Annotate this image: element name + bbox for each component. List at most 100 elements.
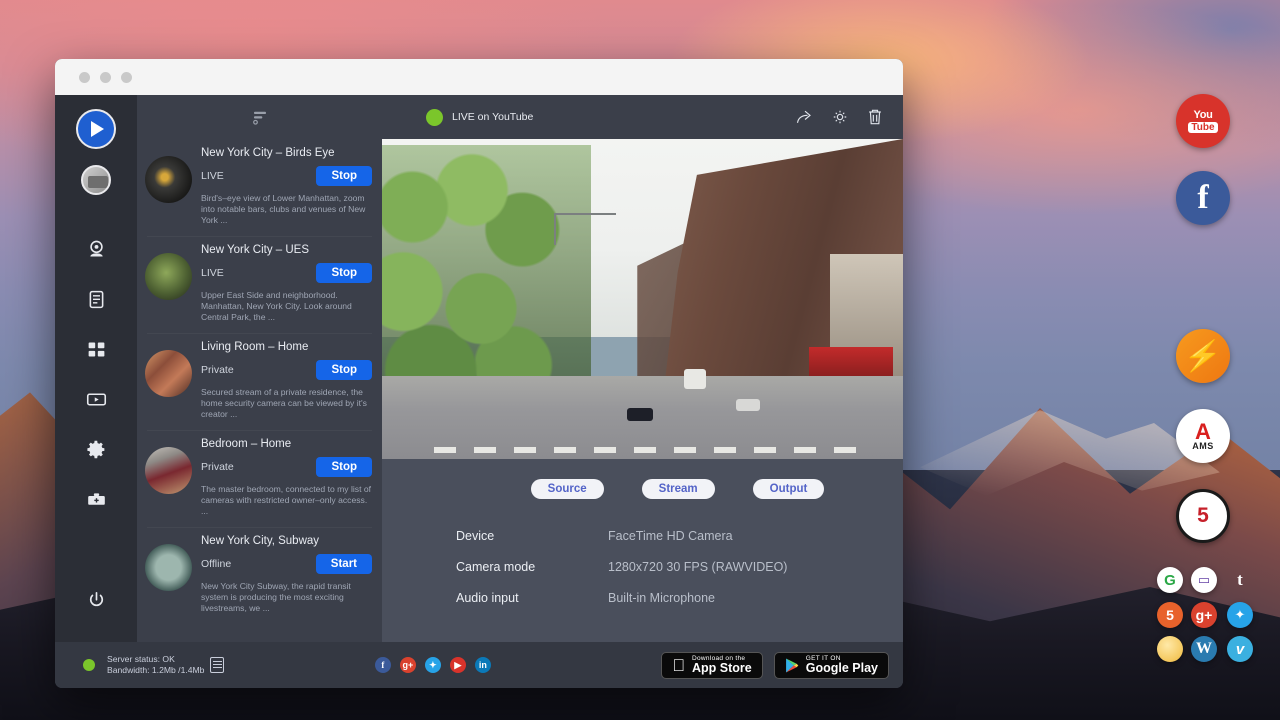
sidebar-item-camera[interactable] bbox=[76, 229, 116, 269]
settings-button[interactable] bbox=[826, 103, 854, 131]
sidebar-item-toolbox[interactable] bbox=[76, 479, 116, 519]
sidebar-item-schedule[interactable] bbox=[76, 279, 116, 319]
camera-status: Private bbox=[201, 364, 234, 376]
grammarly-glyph: G bbox=[1164, 572, 1176, 589]
sidebar-item-settings[interactable] bbox=[76, 429, 116, 469]
google-play-badge[interactable]: GET IT ON Google Play bbox=[774, 652, 889, 679]
googleplus-icon[interactable]: g+ bbox=[400, 657, 416, 673]
share-icon bbox=[795, 107, 815, 127]
grid-icon bbox=[86, 339, 107, 360]
facebook-desktop-icon[interactable]: f bbox=[1176, 171, 1230, 225]
camera-thumbnail bbox=[145, 253, 192, 300]
camera-action-button[interactable]: Stop bbox=[316, 263, 372, 283]
share-button[interactable] bbox=[791, 103, 819, 131]
gear-icon bbox=[86, 439, 107, 460]
camera-thumbnail bbox=[145, 350, 192, 397]
camera-info: New York City – Birds Eye LIVE Stop Bird… bbox=[201, 147, 372, 226]
spec-row: Camera mode 1280x720 30 FPS (RAWVIDEO) bbox=[456, 560, 903, 574]
gplus-small-glyph: g+ bbox=[1196, 607, 1213, 623]
googleplus-small-icon[interactable]: g+ bbox=[1191, 602, 1217, 628]
twitch-icon[interactable]: ▭ bbox=[1191, 567, 1217, 593]
orange-small-icon[interactable] bbox=[1157, 636, 1183, 662]
five-small-glyph: 5 bbox=[1166, 607, 1174, 623]
app-store-badge[interactable]:  Download on the App Store bbox=[661, 652, 762, 679]
wordpress-icon[interactable]: W bbox=[1191, 636, 1217, 662]
camera-title: New York City – UES bbox=[201, 244, 372, 256]
camera-list[interactable]: New York City – Birds Eye LIVE Stop Bird… bbox=[137, 139, 382, 642]
youtube-desktop-icon[interactable]: You Tube bbox=[1176, 94, 1230, 148]
twitter-small-icon[interactable]: ✦ bbox=[1227, 602, 1253, 628]
camera-action-button[interactable]: Start bbox=[316, 554, 372, 574]
server-status-text: Server status: OK Bandwidth: 1.2Mb /1.4M… bbox=[107, 654, 204, 676]
five-desktop-icon[interactable]: 5 bbox=[1176, 489, 1230, 543]
vimeo-icon[interactable]: v bbox=[1227, 636, 1253, 662]
delete-button[interactable] bbox=[861, 103, 889, 131]
ams-label: AMS bbox=[1192, 441, 1214, 451]
twitter-small-glyph: ✦ bbox=[1235, 607, 1246, 623]
camera-thumbnail bbox=[145, 156, 192, 203]
spec-value[interactable]: Built-in Microphone bbox=[608, 591, 715, 605]
camera-action-button[interactable]: Stop bbox=[316, 360, 372, 380]
adobe-a-glyph: A bbox=[1195, 422, 1211, 441]
spec-key: Camera mode bbox=[456, 560, 608, 574]
window-titlebar bbox=[55, 59, 903, 95]
sidebar-item-power[interactable] bbox=[76, 580, 116, 620]
spec-row: Audio input Built-in Microphone bbox=[456, 591, 903, 605]
video-car bbox=[736, 399, 760, 411]
linkedin-icon[interactable]: in bbox=[475, 657, 491, 673]
vimeo-glyph: v bbox=[1236, 641, 1244, 658]
grammarly-icon[interactable]: G bbox=[1157, 567, 1183, 593]
camera-action-button[interactable]: Stop bbox=[316, 457, 372, 477]
camera-title: New York City – Birds Eye bbox=[201, 147, 372, 159]
camera-status-row: Private Stop bbox=[201, 360, 372, 380]
camera-list-item[interactable]: Bedroom – Home Private Stop The master b… bbox=[137, 430, 382, 527]
ams-desktop-icon[interactable]: A AMS bbox=[1176, 409, 1230, 463]
log-document-icon[interactable] bbox=[210, 657, 224, 673]
camera-status-row: Private Stop bbox=[201, 457, 372, 477]
sidebar-item-grid[interactable] bbox=[76, 329, 116, 369]
tab-stream[interactable]: Stream bbox=[642, 479, 715, 499]
window-close-button[interactable] bbox=[79, 72, 90, 83]
camera-list-header bbox=[137, 95, 382, 139]
app-store-big-label: App Store bbox=[692, 662, 752, 675]
camera-description: Upper East Side and neighborhood. Manhat… bbox=[201, 290, 372, 323]
twitter-icon[interactable]: ✦ bbox=[425, 657, 441, 673]
camera-list-item[interactable]: New York City – UES LIVE Stop Upper East… bbox=[137, 236, 382, 333]
camera-info: Living Room – Home Private Stop Secured … bbox=[201, 341, 372, 420]
tab-output[interactable]: Output bbox=[753, 479, 825, 499]
spec-value[interactable]: 1280x720 30 FPS (RAWVIDEO) bbox=[608, 560, 787, 574]
camera-info: New York City – UES LIVE Stop Upper East… bbox=[201, 244, 372, 323]
video-red-awning bbox=[809, 347, 892, 376]
video-truck bbox=[684, 369, 706, 389]
camera-action-button[interactable]: Stop bbox=[316, 166, 372, 186]
sort-icon[interactable] bbox=[251, 108, 269, 126]
camera-list-item[interactable]: New York City, Subway Offline Start New … bbox=[137, 527, 382, 624]
avatar[interactable] bbox=[81, 165, 111, 195]
spec-row: Device FaceTime HD Camera bbox=[456, 529, 903, 543]
video-streetlight-arm bbox=[554, 213, 617, 215]
add-camera-button[interactable]: + Add Camera bbox=[137, 624, 382, 642]
status-bar: Server status: OK Bandwidth: 1.2Mb /1.4M… bbox=[55, 642, 903, 688]
video-preview[interactable] bbox=[382, 139, 903, 459]
bandwidth-line: Bandwidth: 1.2Mb /1.4Mb bbox=[107, 665, 204, 676]
app-logo[interactable] bbox=[76, 109, 116, 149]
tumblr-icon[interactable]: t bbox=[1227, 567, 1253, 593]
tab-source[interactable]: Source bbox=[531, 479, 604, 499]
sidebar-item-video[interactable] bbox=[76, 379, 116, 419]
camera-list-item[interactable]: Living Room – Home Private Stop Secured … bbox=[137, 333, 382, 430]
spec-value[interactable]: FaceTime HD Camera bbox=[608, 529, 733, 543]
server-status-dot bbox=[83, 659, 95, 671]
youtube-icon[interactable]: ▶ bbox=[450, 657, 466, 673]
apple-logo-icon:  bbox=[672, 657, 685, 674]
camera-description: Bird's–eye view of Lower Manhattan, zoom… bbox=[201, 193, 372, 226]
five-small-icon[interactable]: 5 bbox=[1157, 602, 1183, 628]
video-car bbox=[627, 408, 653, 421]
camera-list-item[interactable]: New York City – Birds Eye LIVE Stop Bird… bbox=[137, 139, 382, 236]
bolt-desktop-icon[interactable]: ⚡ bbox=[1176, 329, 1230, 383]
sidebar bbox=[55, 95, 137, 642]
facebook-icon[interactable]: f bbox=[375, 657, 391, 673]
camera-description: Secured stream of a private residence, t… bbox=[201, 387, 372, 420]
window-maximize-button[interactable] bbox=[121, 72, 132, 83]
camera-description: The master bedroom, connected to my list… bbox=[201, 484, 372, 517]
window-minimize-button[interactable] bbox=[100, 72, 111, 83]
